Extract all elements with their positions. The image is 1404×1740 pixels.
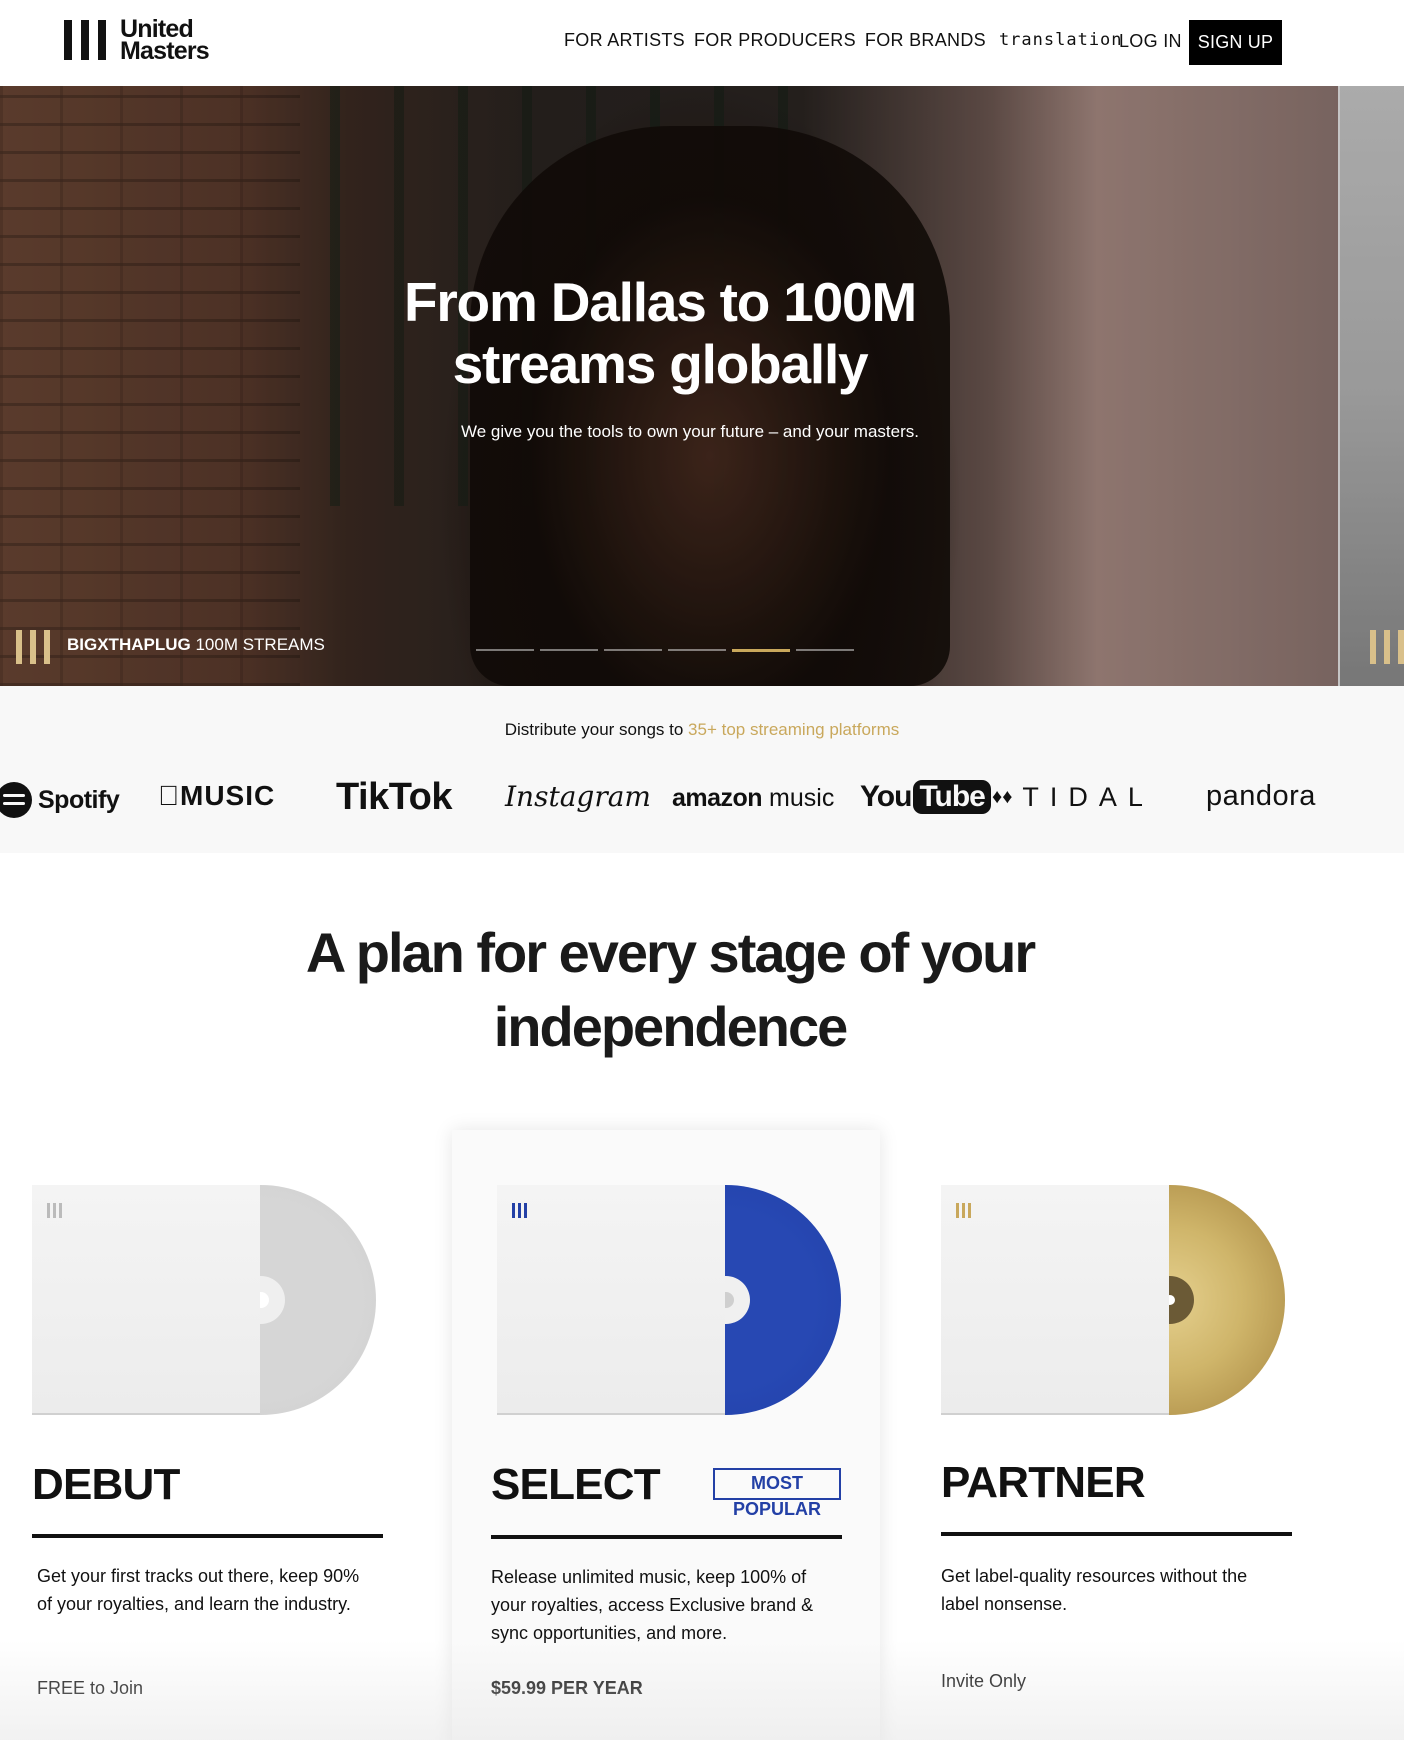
tidal-logo: ♦♦ TIDAL (992, 782, 1154, 813)
hero-caption-stat: 100M STREAMS (190, 635, 325, 654)
vinyl-disc (1169, 1185, 1295, 1415)
amazon-music-logo: amazon music (672, 784, 834, 813)
platforms-link[interactable]: 35+ top streaming platforms (688, 720, 899, 739)
tidal-icon: ♦♦ (992, 786, 1013, 808)
youtube-you: You (860, 780, 912, 813)
partner-description: Get label-quality resources without the … (941, 1566, 1248, 1614)
youtube-tube: Tube (913, 780, 991, 814)
hero-caption: BIGXTHAPLUG 100M STREAMS (67, 635, 325, 655)
vinyl-sleeve (941, 1185, 1169, 1413)
music-wordmark: music (762, 784, 835, 812)
sleeve-logo-icon (512, 1203, 527, 1218)
debut-price: FREE to Join (37, 1678, 144, 1698)
partner-price: Invite Only (941, 1671, 1027, 1691)
select-divider (491, 1535, 842, 1539)
most-popular-badge-line2: POPULAR (732, 1499, 821, 1519)
hero-carousel: From Dallas to 100M streams globally We … (0, 86, 1404, 686)
hero-caption-logo-icon (16, 630, 50, 664)
vinyl-disc (725, 1185, 851, 1415)
debut-plan-name: DEBUT (32, 1460, 180, 1509)
nav-for-producers[interactable]: FOR PRODUCERS (694, 30, 856, 51)
carousel-dot[interactable] (540, 649, 598, 651)
spotify-icon (0, 782, 32, 818)
site-header: United Masters FOR ARTISTS FOR PRODUCERS… (0, 0, 1404, 86)
spotify-logo: Spotify (0, 782, 120, 818)
amazon-wordmark: amazon (672, 784, 763, 812)
platform-logos: Spotify MUSIC TikTok Instagram amazon m… (0, 776, 1404, 828)
apple-icon:  (158, 780, 180, 811)
hero-side-logo-icon (1370, 630, 1404, 664)
hero-caption-artist: BIGXTHAPLUG (67, 635, 191, 654)
distribute-text: Distribute your songs to 35+ top streami… (0, 720, 1404, 740)
login-link[interactable]: LOG IN (1119, 31, 1182, 52)
spotify-wordmark: Spotify (38, 785, 120, 814)
carousel-indicators (476, 649, 854, 652)
partner-plan-name: PARTNER (941, 1458, 1146, 1507)
debut-description: Get your first tracks out there, keep 90… (37, 1566, 360, 1614)
vinyl-sleeve (497, 1185, 725, 1413)
debut-divider (32, 1534, 383, 1538)
carousel-dot[interactable] (668, 649, 726, 651)
logo-wordmark: United Masters (120, 15, 210, 65)
youtube-logo: You Tube (860, 780, 991, 814)
carousel-dot-active[interactable] (732, 649, 790, 652)
hero-title: From Dallas to 100M streams globally (403, 271, 917, 395)
apple-music-logo: MUSIC (158, 780, 275, 812)
carousel-dot[interactable] (796, 649, 854, 651)
partner-divider (941, 1532, 1292, 1536)
main-nav: FOR ARTISTS FOR PRODUCERS FOR BRANDS tra… (564, 30, 1123, 51)
unitedmasters-logo[interactable]: United Masters (64, 15, 210, 65)
logo-bars-icon (64, 20, 106, 60)
select-price: $59.99 PER YEAR (491, 1678, 643, 1698)
instagram-logo: Instagram (505, 780, 651, 813)
vinyl-sleeve (32, 1185, 260, 1413)
select-vinyl-image (497, 1185, 851, 1415)
tidal-wordmark: TIDAL (1022, 782, 1154, 812)
tiktok-logo: TikTok (336, 776, 452, 818)
vinyl-disc (260, 1185, 386, 1415)
sleeve-logo-icon (47, 1203, 62, 1218)
debut-vinyl-image (32, 1185, 386, 1415)
carousel-dot[interactable] (604, 649, 662, 651)
plans-heading: A plan for every stage of your independe… (305, 921, 1036, 1058)
apple-music-wordmark: MUSIC (158, 780, 274, 811)
select-plan-name: SELECT (491, 1460, 661, 1509)
nav-for-brands[interactable]: FOR BRANDS (865, 30, 986, 51)
most-popular-badge: MOST (713, 1468, 841, 1500)
carousel-dot[interactable] (476, 649, 534, 651)
pandora-logo: pandora (1206, 780, 1316, 812)
distribute-lead: Distribute your songs to (504, 720, 689, 739)
signup-button[interactable]: SIGN UP (1189, 20, 1282, 65)
nav-translation[interactable]: translation (999, 30, 1123, 51)
partner-vinyl-image (941, 1185, 1295, 1415)
nav-for-artists[interactable]: FOR ARTISTS (564, 30, 685, 51)
platforms-section: Distribute your songs to 35+ top streami… (0, 686, 1404, 853)
hero-subtitle: We give you the tools to own your future… (461, 422, 919, 441)
select-description: Release unlimited music, keep 100% of yo… (491, 1567, 814, 1643)
sleeve-logo-icon (956, 1203, 971, 1218)
